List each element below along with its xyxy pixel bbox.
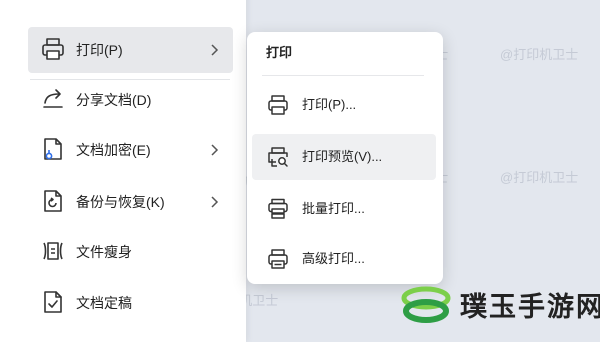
printer-icon	[40, 36, 66, 62]
print-preview-icon	[266, 145, 290, 169]
chevron-right-icon	[209, 43, 219, 57]
menu-item-finalize[interactable]: 文档定稿	[28, 280, 233, 326]
file-menu-panel: 打印(P) 分享文档(D) 文档加密(E) 备份与恢复(K) 文件瘦身 文档定稿	[0, 0, 246, 342]
menu-item-label: 文件瘦身	[76, 244, 132, 260]
submenu-item-label: 高级打印...	[302, 251, 365, 266]
submenu-title: 打印	[266, 45, 293, 60]
file-compress-icon	[40, 238, 66, 264]
watermark: @打印机卫士	[500, 47, 579, 62]
menu-item-share[interactable]: 分享文档(D)	[28, 77, 233, 123]
menu-item-backup[interactable]: 备份与恢复(K)	[28, 179, 233, 225]
chevron-right-icon	[209, 143, 219, 157]
share-icon	[40, 86, 66, 112]
submenu-item-batch[interactable]: 批量打印...	[252, 186, 436, 232]
chevron-right-icon	[209, 195, 219, 209]
submenu-item-print[interactable]: 打印(P)...	[252, 82, 436, 128]
print-submenu: 打印 打印(P)... 打印预览(V)... 批量打印... 高级打印...	[247, 32, 443, 284]
brand-watermark: 璞玉手游网	[400, 282, 600, 326]
menu-item-label: 文档定稿	[76, 295, 132, 311]
printer-icon	[266, 93, 290, 117]
menu-item-print[interactable]: 打印(P)	[28, 27, 233, 73]
submenu-divider	[262, 75, 424, 76]
document-check-icon	[40, 289, 66, 315]
backup-icon	[40, 188, 66, 214]
brand-logo-icon	[400, 282, 452, 326]
menu-item-encrypt[interactable]: 文档加密(E)	[28, 127, 233, 173]
document-lock-icon	[40, 136, 66, 162]
menu-item-slim[interactable]: 文件瘦身	[28, 229, 233, 275]
submenu-item-label: 打印预览(V)...	[302, 149, 383, 164]
brand-name: 璞玉手游网	[460, 291, 600, 322]
submenu-item-advanced[interactable]: 高级打印...	[252, 236, 436, 282]
submenu-item-label: 打印(P)...	[302, 97, 357, 112]
menu-item-label: 备份与恢复(K)	[76, 194, 165, 210]
batch-print-icon	[266, 197, 290, 221]
submenu-item-label: 批量打印...	[302, 201, 365, 216]
advanced-print-icon	[266, 247, 290, 271]
menu-item-label: 文档加密(E)	[76, 142, 151, 158]
watermark: @打印机卫士	[500, 170, 579, 185]
menu-item-label: 打印(P)	[76, 42, 123, 58]
submenu-item-preview[interactable]: 打印预览(V)...	[252, 134, 436, 180]
menu-item-label: 分享文档(D)	[76, 92, 152, 108]
